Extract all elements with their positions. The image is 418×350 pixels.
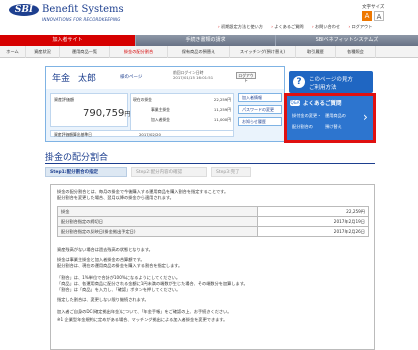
balance-base-date: 資産評価額算出基準日 2017/02/20 bbox=[50, 130, 234, 137]
title-divider bbox=[45, 163, 375, 164]
how-to-use-button[interactable]: ? このページの見方 ご利用方法 bbox=[289, 71, 373, 93]
faq-item[interactable]: 預け替え bbox=[325, 124, 342, 129]
base-date-label: 資産評価額算出基準日 bbox=[54, 132, 92, 137]
note-text: 掛金は事業主掛金と加入者掛金の合算額です。 bbox=[57, 257, 145, 262]
sbi-logo-mark: SBI bbox=[9, 4, 39, 16]
subnav-asset-status[interactable]: 資産状況 bbox=[26, 46, 60, 58]
subnav-switching[interactable]: スイッチング(預け替え) bbox=[230, 46, 296, 58]
subnav-home[interactable]: ホーム bbox=[0, 46, 26, 58]
balance-value: 790,759 bbox=[83, 108, 125, 119]
member-info-button[interactable]: 加入者情報 bbox=[238, 93, 282, 102]
table-value: 2017年2月26日 bbox=[257, 226, 369, 237]
subnav-holdings-rebalance[interactable]: 保有商品の預替え bbox=[168, 46, 230, 58]
utility-links: 初期設定方法と使い方 よくあるご質問 お問い合わせ ログアウト bbox=[218, 24, 379, 30]
subnav-inquiries[interactable]: 各種照会 bbox=[336, 46, 376, 58]
subnav-transaction-history[interactable]: 取引履歴 bbox=[296, 46, 336, 58]
account-name: 太郎 bbox=[78, 74, 97, 84]
faq-item[interactable]: 配分割合の bbox=[292, 124, 313, 129]
account-header: 年金 太郎 様のページ 前回ログイン日時 2017/01/15 16:01:51… bbox=[46, 67, 284, 89]
allocation-content: 掛金の配分割合とは、毎月の掛金で今後購入する運用商品を購入割合を指定することです… bbox=[50, 184, 375, 350]
intro-text: 掛金の配分割合とは、毎月の掛金で今後購入する運用商品を購入割合を指定することです… bbox=[57, 189, 229, 194]
detail-key: 現在の掛金 bbox=[133, 97, 152, 102]
page-title: 掛金の配分割合 bbox=[45, 153, 109, 163]
note-text: 指定した割合は、変更しない限り継続されます。 bbox=[57, 297, 149, 302]
intro-text: 配分割合を変更した場合、翌月以降の掛金から適用されます。 bbox=[57, 195, 174, 200]
tab-document-request[interactable]: 手続き書類の請求 bbox=[136, 35, 276, 46]
table-key: 配分割合指定の反映日(掛金拠出予定日) bbox=[57, 226, 258, 237]
faq-title: よくあるご質問 bbox=[303, 101, 342, 107]
logout-button[interactable]: ログアウト bbox=[236, 72, 256, 83]
detail-key: 加入者掛金 bbox=[151, 117, 170, 122]
subnav-products[interactable]: 運用商品一覧 bbox=[60, 46, 110, 58]
qa-icon: Q&A bbox=[290, 100, 300, 106]
note-text: 「商品」は、各運用商品に配分される金額に1円未満の端数が生じた場合、その端数分を… bbox=[57, 281, 248, 286]
table-row: 掛金 22,259円 bbox=[57, 206, 369, 217]
detail-row: 事業主掛金 11,259円 bbox=[151, 107, 231, 114]
faq-item[interactable]: 掛付金の変更・ bbox=[292, 113, 321, 118]
detail-row: 現在の掛金 22,259円 bbox=[133, 97, 231, 104]
base-date-value: 2017/02/20 bbox=[139, 132, 161, 137]
font-size-large-button[interactable]: A bbox=[362, 11, 372, 21]
account-label: 年金 bbox=[52, 74, 71, 84]
detail-row: 加入者掛金 11,000円 bbox=[151, 117, 231, 124]
link-contact[interactable]: お問い合わせ bbox=[312, 24, 340, 29]
notice-history-button[interactable]: お知らせ履歴 bbox=[238, 117, 282, 126]
note-text: 加入者ご自身のDC(確定拠出年金)について、「年金手帳」をご確認の上、お手続きく… bbox=[57, 309, 232, 314]
link-logout[interactable]: ログアウト bbox=[348, 24, 372, 29]
table-key: 掛金 bbox=[57, 206, 258, 217]
note-text: 配分割合は、現在の運用商品の掛金を購入する割合を指定します。 bbox=[57, 263, 183, 268]
how-to-use-line2: ご利用方法 bbox=[309, 85, 337, 91]
question-icon: ? bbox=[293, 76, 305, 88]
subnav-contribution-allocation[interactable]: 掛金の配分割合 bbox=[110, 46, 168, 58]
font-size-small-button[interactable]: A bbox=[374, 11, 384, 21]
detail-value: 11,000円 bbox=[213, 117, 231, 122]
step-1: Step1:配分割合の指定 bbox=[45, 167, 127, 177]
last-login: 前回ログイン日時 2017/01/15 16:01:51 bbox=[173, 70, 213, 80]
tab-member-site[interactable]: 加入者サイト bbox=[0, 35, 136, 46]
allocation-schedule-table: 掛金 22,259円 配分割合指定の締切日 2017年2月19日 配分割合指定の… bbox=[57, 206, 369, 237]
last-login-value: 2017/01/15 16:01:51 bbox=[173, 75, 214, 80]
change-password-button[interactable]: パスワードの変更 bbox=[238, 105, 282, 114]
note-text: 「割合」は、1%単位で合計が100%になるようにしてください。 bbox=[57, 275, 181, 280]
link-setup-guide[interactable]: 初期設定方法と使い方 bbox=[218, 24, 263, 29]
step-3: Step3:完了 bbox=[211, 167, 251, 177]
step-2: Step2:配分内容の確認 bbox=[131, 167, 207, 177]
page: SBI Benefit Systems INNOVATIONS FOR RECO… bbox=[0, 0, 418, 350]
balance-box: 資産評価額 790,759円 bbox=[50, 93, 130, 127]
note-text: 資産残高がない場合は過去残高の状態となります。 bbox=[57, 247, 153, 252]
how-to-use-line1: このページの見方 bbox=[309, 77, 353, 83]
brand-tagline: INNOVATIONS FOR RECORDKEEPING bbox=[42, 17, 121, 22]
note-text: ※1 企業型年金規約に定めがある場合、マッチング拠出による加入者掛金を変更できま… bbox=[57, 317, 228, 322]
table-row: 配分割合指定の締切日 2017年2月19日 bbox=[57, 216, 369, 227]
table-key: 配分割合指定の締切日 bbox=[57, 216, 258, 227]
faq-item[interactable]: 運用商品の bbox=[325, 113, 346, 118]
balance-amount: 790,759円 bbox=[83, 108, 130, 119]
font-size-control: 文字サイズ A A bbox=[362, 4, 412, 21]
balance-label: 資産評価額 bbox=[54, 97, 74, 102]
detail-value: 22,259円 bbox=[213, 97, 231, 102]
faq-panel[interactable]: Q&A よくあるご質問 掛付金の変更・ 運用商品の 配分割合の 預け替え › bbox=[284, 93, 376, 143]
account-panel: 年金 太郎 様のページ 前回ログイン日時 2017/01/15 16:01:51… bbox=[45, 66, 285, 142]
brand-name: Benefit Systems bbox=[42, 4, 124, 15]
link-faq[interactable]: よくあるご質問 bbox=[271, 24, 303, 29]
table-row: 配分割合指定の反映日(掛金拠出予定日) 2017年2月26日 bbox=[57, 226, 369, 237]
faq-panel-body: Q&A よくあるご質問 掛付金の変更・ 運用商品の 配分割合の 預け替え › bbox=[287, 96, 373, 140]
chevron-right-icon: › bbox=[363, 110, 368, 124]
detail-key: 事業主掛金 bbox=[151, 107, 170, 112]
table-value: 22,259円 bbox=[257, 206, 369, 217]
note-text: 「割合」は「商品」を入力し、「確認」ボタンを押してください。 bbox=[57, 287, 181, 292]
font-size-label: 文字サイズ bbox=[362, 5, 385, 10]
tab-sbi-benefit-systems[interactable]: SBIベネフィットシステムズ bbox=[276, 35, 418, 46]
table-value: 2017年2月19日 bbox=[257, 216, 369, 227]
sub-nav: ホーム 資産状況 運用商品一覧 掛金の配分割合 保有商品の預替え スイッチング(… bbox=[0, 46, 418, 58]
account-page-suffix: 様のページ bbox=[120, 75, 143, 80]
detail-value: 11,259円 bbox=[213, 107, 231, 112]
main-nav: 加入者サイト 手続き書類の請求 SBIベネフィットシステムズ bbox=[0, 35, 418, 46]
contribution-details: 現在の掛金 22,259円 事業主掛金 11,259円 加入者掛金 11,000… bbox=[130, 93, 234, 131]
